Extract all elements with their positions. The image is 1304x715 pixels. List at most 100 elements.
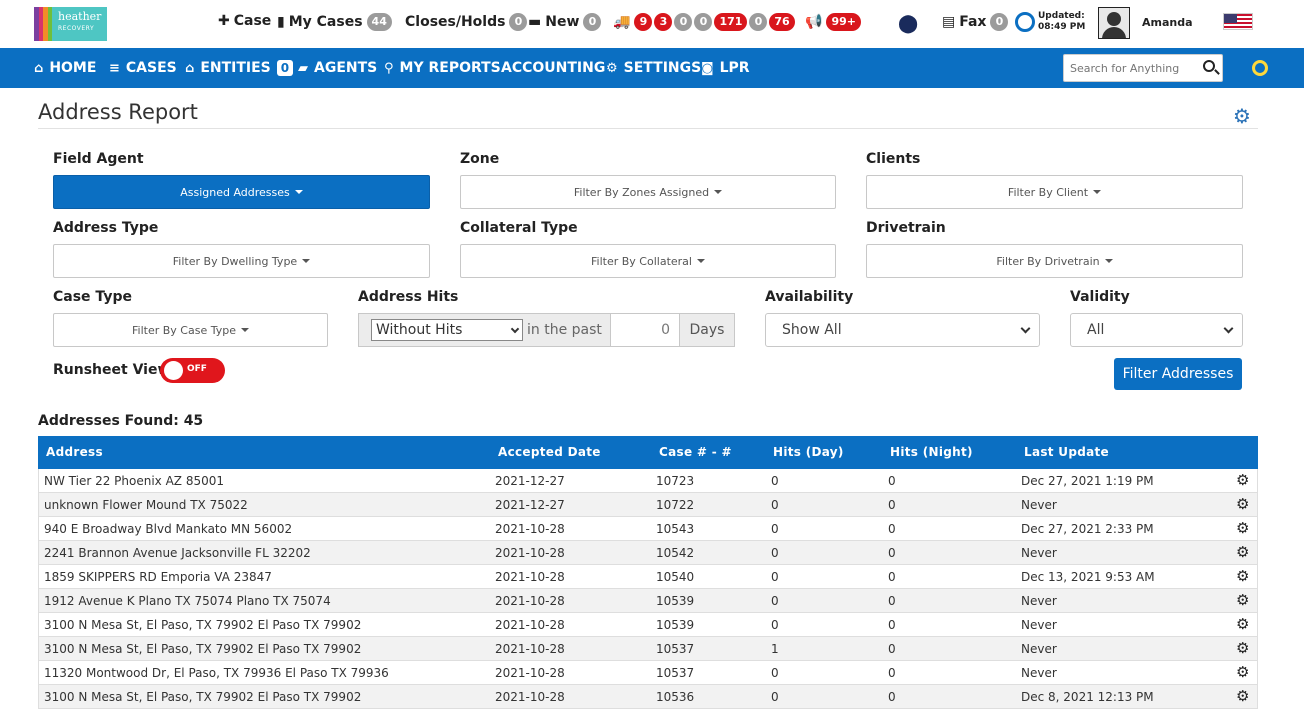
fax-button[interactable]: ▤ Fax 0	[942, 13, 1009, 31]
row-gear-icon[interactable]: ⚙	[1236, 471, 1249, 489]
row-gear-icon[interactable]: ⚙	[1236, 663, 1249, 681]
avatar[interactable]	[1098, 7, 1130, 39]
drivetrain-dropdown[interactable]: Filter By Drivetrain	[866, 244, 1243, 278]
nav-settings[interactable]: ⚙ SETTINGS	[606, 48, 701, 88]
validity-select[interactable]: All	[1070, 313, 1243, 347]
row-gear-icon[interactable]: ⚙	[1236, 591, 1249, 609]
address-type-dropdown[interactable]: Filter By Dwelling Type	[53, 244, 430, 278]
runsheet-view-toggle[interactable]: OFF	[160, 358, 225, 383]
gear-icon[interactable]: ⚙	[1233, 104, 1251, 128]
truck-badge[interactable]: 0	[674, 13, 693, 31]
nav-lpr[interactable]: ◙ LPR	[701, 48, 750, 88]
new-case-button[interactable]: ✚ Case	[218, 13, 271, 29]
row-gear-icon[interactable]: ⚙	[1236, 639, 1249, 657]
new-case-label: Case	[233, 13, 272, 29]
cell-address[interactable]: 2241 Brannon Avenue Jacksonville FL 3220…	[44, 546, 311, 560]
cell-last-update: Never	[1021, 498, 1057, 512]
table-row[interactable]: 3100 N Mesa St, El Paso, TX 79902 El Pas…	[38, 613, 1258, 637]
cell-address[interactable]: 11320 Montwood Dr, El Paso, TX 79936 El …	[44, 666, 389, 680]
zone-dropdown[interactable]: Filter By Zones Assigned	[460, 175, 836, 209]
cell-address[interactable]: 3100 N Mesa St, El Paso, TX 79902 El Pas…	[44, 618, 361, 632]
refresh-icon[interactable]	[1015, 12, 1035, 32]
nav-my-reports[interactable]: ⚲ MY REPORTS	[384, 48, 501, 88]
truck-status-group[interactable]: 🚚 9 3 0 0 171 0 76	[613, 13, 795, 31]
cell-hits-night: 0	[888, 570, 896, 584]
table-row[interactable]: 940 E Broadway Blvd Mankato MN 56002 2021…	[38, 517, 1258, 541]
row-gear-icon[interactable]: ⚙	[1236, 567, 1249, 585]
row-gear-icon[interactable]: ⚙	[1236, 495, 1249, 513]
table-row[interactable]: 1859 SKIPPERS RD Emporia VA 23847 2021-10…	[38, 565, 1258, 589]
availability-select[interactable]: Show All	[765, 313, 1040, 347]
cell-address[interactable]: 1912 Avenue K Plano TX 75074 Plano TX 75…	[44, 594, 331, 608]
clients-dropdown[interactable]: Filter By Client	[866, 175, 1243, 209]
nav-entities[interactable]: ⌂ ENTITIES 0	[185, 48, 294, 88]
address-hits-select[interactable]: Without Hits	[371, 319, 523, 341]
filter-addresses-button[interactable]: Filter Addresses	[1114, 358, 1242, 390]
truck-badge[interactable]: 0	[749, 13, 768, 31]
truck-badge[interactable]: 0	[694, 13, 713, 31]
chevron-down-icon	[1223, 323, 1234, 333]
cell-address[interactable]: 3100 N Mesa St, El Paso, TX 79902 El Pas…	[44, 690, 361, 704]
table-row[interactable]: NW Tier 22 Phoenix AZ 85001 2021-12-27 107…	[38, 469, 1258, 493]
column-header-address[interactable]: Address	[46, 445, 103, 459]
us-flag-icon[interactable]	[1223, 13, 1253, 30]
company-logo[interactable]: heather RECOVERY	[34, 7, 107, 41]
cell-case-number: 10722	[656, 498, 695, 512]
clients-value: Filter By Client	[1007, 185, 1089, 199]
truck-badge[interactable]: 171	[714, 13, 748, 31]
my-cases-button[interactable]: ▮ My Cases 44	[277, 13, 392, 31]
address-hits-days-input[interactable]: 0	[610, 314, 680, 346]
search-icon[interactable]	[1203, 60, 1215, 72]
table-row[interactable]: 3100 N Mesa St, El Paso, TX 79902 El Pas…	[38, 685, 1258, 709]
search-input[interactable]	[1064, 55, 1194, 81]
field-agent-dropdown[interactable]: Assigned Addresses	[53, 175, 430, 209]
toggle-state-label: OFF	[187, 364, 207, 374]
cell-case-number: 10537	[656, 642, 695, 656]
column-header-hits-night[interactable]: Hits (Night)	[890, 445, 973, 459]
cell-address[interactable]: 3100 N Mesa St, El Paso, TX 79902 El Pas…	[44, 642, 361, 656]
map-pin-icon[interactable]: ⬤	[898, 13, 918, 34]
case-type-dropdown[interactable]: Filter By Case Type	[53, 313, 328, 347]
table-row[interactable]: 2241 Brannon Avenue Jacksonville FL 3220…	[38, 541, 1258, 565]
announcements-button[interactable]: 📢 99+	[805, 13, 861, 31]
cell-address[interactable]: unknown Flower Mound TX 75022	[44, 498, 248, 512]
nav-accounting[interactable]: ACCOUNTING	[501, 48, 605, 88]
caret-down-icon	[240, 328, 249, 332]
address-table: Address Accepted Date Case # - # Hits (D…	[38, 436, 1258, 709]
nav-cases[interactable]: ≡ CASES	[109, 48, 177, 88]
case-type-label: Case Type	[53, 289, 132, 305]
camera-icon: ◙	[701, 60, 714, 76]
column-header-accepted-date[interactable]: Accepted Date	[498, 445, 601, 459]
availability-label: Availability	[765, 289, 854, 305]
table-row[interactable]: 3100 N Mesa St, El Paso, TX 79902 El Pas…	[38, 637, 1258, 661]
zone-value: Filter By Zones Assigned	[573, 185, 710, 199]
truck-badge[interactable]: 3	[654, 13, 673, 31]
menu-icon: ≡	[109, 60, 120, 76]
column-header-last-update[interactable]: Last Update	[1024, 445, 1109, 459]
new-button[interactable]: ▬ New 0	[528, 13, 602, 31]
cell-address[interactable]: 1859 SKIPPERS RD Emporia VA 23847	[44, 570, 272, 584]
nav-home-label: HOME	[49, 60, 97, 76]
table-row[interactable]: 11320 Montwood Dr, El Paso, TX 79936 El …	[38, 661, 1258, 685]
cell-address[interactable]: NW Tier 22 Phoenix AZ 85001	[44, 474, 224, 488]
user-name[interactable]: Amanda	[1142, 16, 1193, 29]
closes-holds-button[interactable]: Closes/Holds 0	[405, 13, 528, 31]
truck-badge[interactable]: 9	[634, 13, 653, 31]
row-gear-icon[interactable]: ⚙	[1236, 543, 1249, 561]
cell-address[interactable]: 940 E Broadway Blvd Mankato MN 56002	[44, 522, 292, 536]
theme-toggle-icon[interactable]	[1252, 60, 1268, 76]
column-header-hits-day[interactable]: Hits (Day)	[773, 445, 844, 459]
cell-last-update: Never	[1021, 618, 1057, 632]
table-row[interactable]: unknown Flower Mound TX 75022 2021-12-27 1…	[38, 493, 1258, 517]
nav-agents[interactable]: ▰ AGENTS	[298, 48, 377, 88]
table-row[interactable]: 1912 Avenue K Plano TX 75074 Plano TX 75…	[38, 589, 1258, 613]
chevron-down-icon	[510, 324, 520, 333]
collateral-type-dropdown[interactable]: Filter By Collateral	[460, 244, 836, 278]
truck-badge[interactable]: 76	[769, 13, 795, 31]
row-gear-icon[interactable]: ⚙	[1236, 615, 1249, 633]
row-gear-icon[interactable]: ⚙	[1236, 519, 1249, 537]
nav-home[interactable]: ⌂ HOME	[34, 48, 96, 88]
runsheet-view-label: Runsheet View	[53, 362, 171, 378]
column-header-case-number[interactable]: Case # - #	[659, 445, 732, 459]
row-gear-icon[interactable]: ⚙	[1236, 687, 1249, 705]
